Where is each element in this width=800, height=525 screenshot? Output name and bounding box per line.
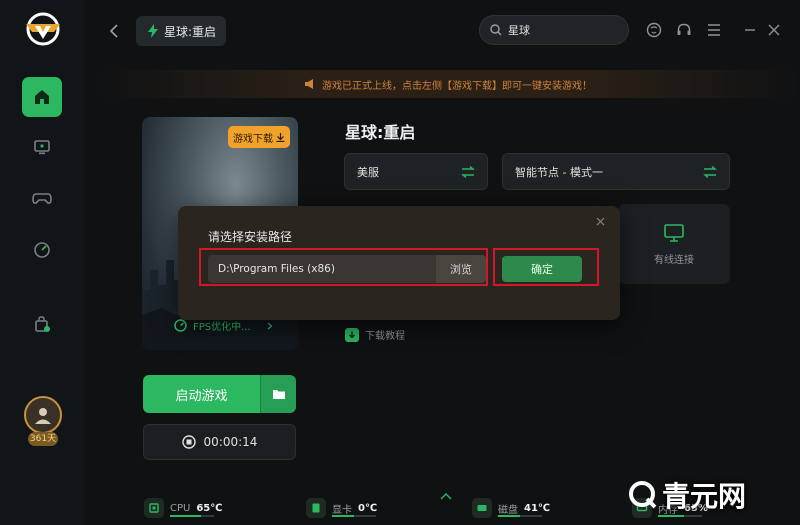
dialog-close-button[interactable] [592,213,608,229]
search-input[interactable] [508,23,618,37]
watermark-logo-icon [629,481,657,509]
fps-optimization[interactable]: FPS优化中... [174,318,273,333]
sidebar-item-bag[interactable] [22,304,62,344]
fps-label: FPS优化中... [193,322,251,333]
game-title: 星球:重启 [345,123,416,142]
monitor-icon [34,140,50,155]
path-highlight-box [199,248,488,286]
cpu-level-bar [170,515,214,517]
cpu-icon [144,498,164,518]
app-logo [26,12,60,46]
chevron-right-icon [267,322,273,329]
stop-icon [181,435,196,449]
download-badge-label: 游戏下载 [233,133,273,145]
tiger-icon [646,22,662,38]
node-select-value: 智能节点 - 模式一 [515,165,603,179]
cloud-download-icon [345,327,359,342]
sidebar-item-gamepad[interactable] [22,178,62,218]
sidebar-item-home[interactable] [22,77,62,117]
back-button[interactable] [106,22,122,40]
user-avatar[interactable]: 361天 [22,396,64,450]
chevron-left-icon [109,24,118,38]
start-game-button[interactable]: 启动游戏 [143,375,260,413]
cpu-value: 65℃ [196,502,223,514]
megaphone-icon [305,79,313,89]
tab-label: 星球:重启 [164,24,217,39]
search-icon [490,24,502,36]
watermark: 青元网 [628,475,746,515]
timer-value: 00:00:14 [203,435,258,449]
headset-icon [677,23,691,35]
notice-banner: 游戏已正式上线，点击左侧【游戏下载】即可一键安装游戏！ [96,70,800,98]
fps-gauge-icon [174,319,187,332]
switch-icon [703,165,717,178]
tutorial-label: 下载教程 [365,331,405,342]
gpu-stat: 显卡 0℃ [306,498,377,518]
wired-connection-card[interactable]: 有线连接 [618,204,730,284]
menu-icon [708,24,720,36]
user-icon [35,408,51,424]
disk-icon [472,498,492,518]
menu-button[interactable] [704,20,724,40]
acceleration-timer[interactable]: 00:00:14 [143,424,296,460]
close-icon [596,217,604,225]
chevron-up-icon[interactable] [440,492,452,500]
disk-level-bar [498,515,542,517]
switch-icon [461,165,475,178]
top-bar: 星球:重启 [84,0,800,62]
gpu-label: 显卡 [332,504,352,516]
gpu-icon [306,498,326,518]
cpu-label: CPU [170,502,191,514]
download-tutorial-link[interactable]: 下载教程 [345,327,405,342]
watermark-text: 青元网 [662,480,747,513]
close-button[interactable] [764,20,784,40]
memory-level-bar [658,515,702,517]
sidebar: 361天 [0,0,84,525]
minimize-button[interactable] [740,20,760,40]
folder-icon [272,390,285,399]
bag-plus-icon [35,316,50,332]
close-icon [768,24,780,36]
gpu-value: 0℃ [358,502,378,514]
speed-icon [34,242,50,258]
membership-days: 361天 [28,432,58,446]
wired-connection-icon [664,223,684,242]
confirm-highlight-box [493,248,599,286]
server-select-value: 美服 [357,165,379,179]
server-select[interactable]: 美服 [344,153,488,190]
disk-stat: 磁盘 41℃ [472,498,550,518]
disk-label: 磁盘 [498,504,518,516]
tab-current-game[interactable]: 星球:重启 [136,16,226,46]
support-button[interactable] [644,20,664,40]
cpu-stat: CPU 65℃ [144,498,222,518]
minimize-icon [745,29,755,31]
avatar [24,396,62,434]
gpu-level-bar [332,515,376,517]
sidebar-item-monitor[interactable] [22,127,62,167]
home-icon [35,90,49,104]
open-folder-button[interactable] [260,375,296,413]
notice-text: 游戏已正式上线，点击左侧【游戏下载】即可一键安装游戏！ [322,80,592,92]
node-select[interactable]: 智能节点 - 模式一 [502,153,730,190]
disk-value: 41℃ [524,502,551,514]
search-box[interactable] [479,15,629,45]
dialog-title: 请选择安装路径 [208,230,293,244]
gamepad-icon [32,193,52,204]
wired-connection-label: 有线连接 [654,254,694,266]
lightning-icon [148,24,158,38]
download-icon [276,132,285,142]
start-game-group: 启动游戏 [143,375,296,413]
customer-service-button[interactable] [674,20,694,40]
game-download-badge[interactable]: 游戏下载 [228,126,290,148]
sidebar-item-speed[interactable] [22,230,62,270]
